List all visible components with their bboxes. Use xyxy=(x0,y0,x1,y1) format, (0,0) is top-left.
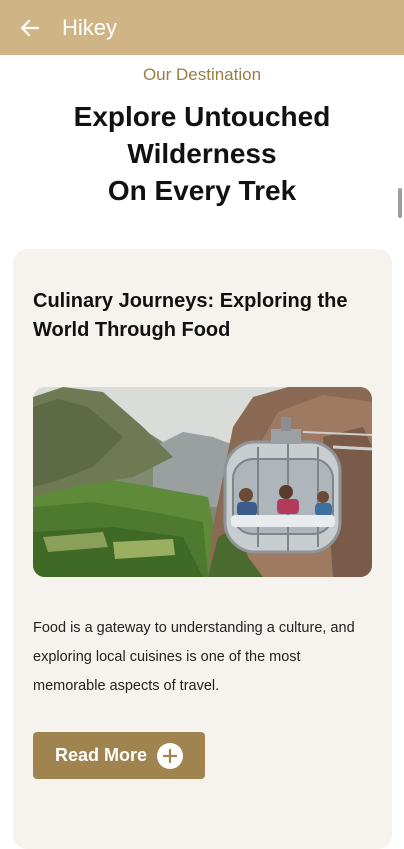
plus-circle-icon xyxy=(157,742,184,769)
scrollbar-thumb[interactable] xyxy=(398,188,402,218)
section-eyebrow: Our Destination xyxy=(142,65,262,84)
read-more-button[interactable]: Read More xyxy=(33,732,205,779)
page-headline: Explore Untouched Wilderness On Every Tr… xyxy=(73,101,331,206)
arrow-left-icon xyxy=(20,19,40,36)
card-description: Food is a gateway to understanding a cul… xyxy=(33,620,355,694)
capsule-cliff-image xyxy=(33,387,372,577)
read-more-label: Read More xyxy=(54,745,148,765)
app-bar: Hikey xyxy=(0,0,404,55)
card-image xyxy=(33,387,372,577)
article-card: Culinary Journeys: Exploring the World T… xyxy=(13,249,392,849)
card-title: Culinary Journeys: Exploring the World T… xyxy=(33,290,348,341)
back-button[interactable] xyxy=(18,16,42,40)
app-title: Hikey xyxy=(62,14,118,40)
